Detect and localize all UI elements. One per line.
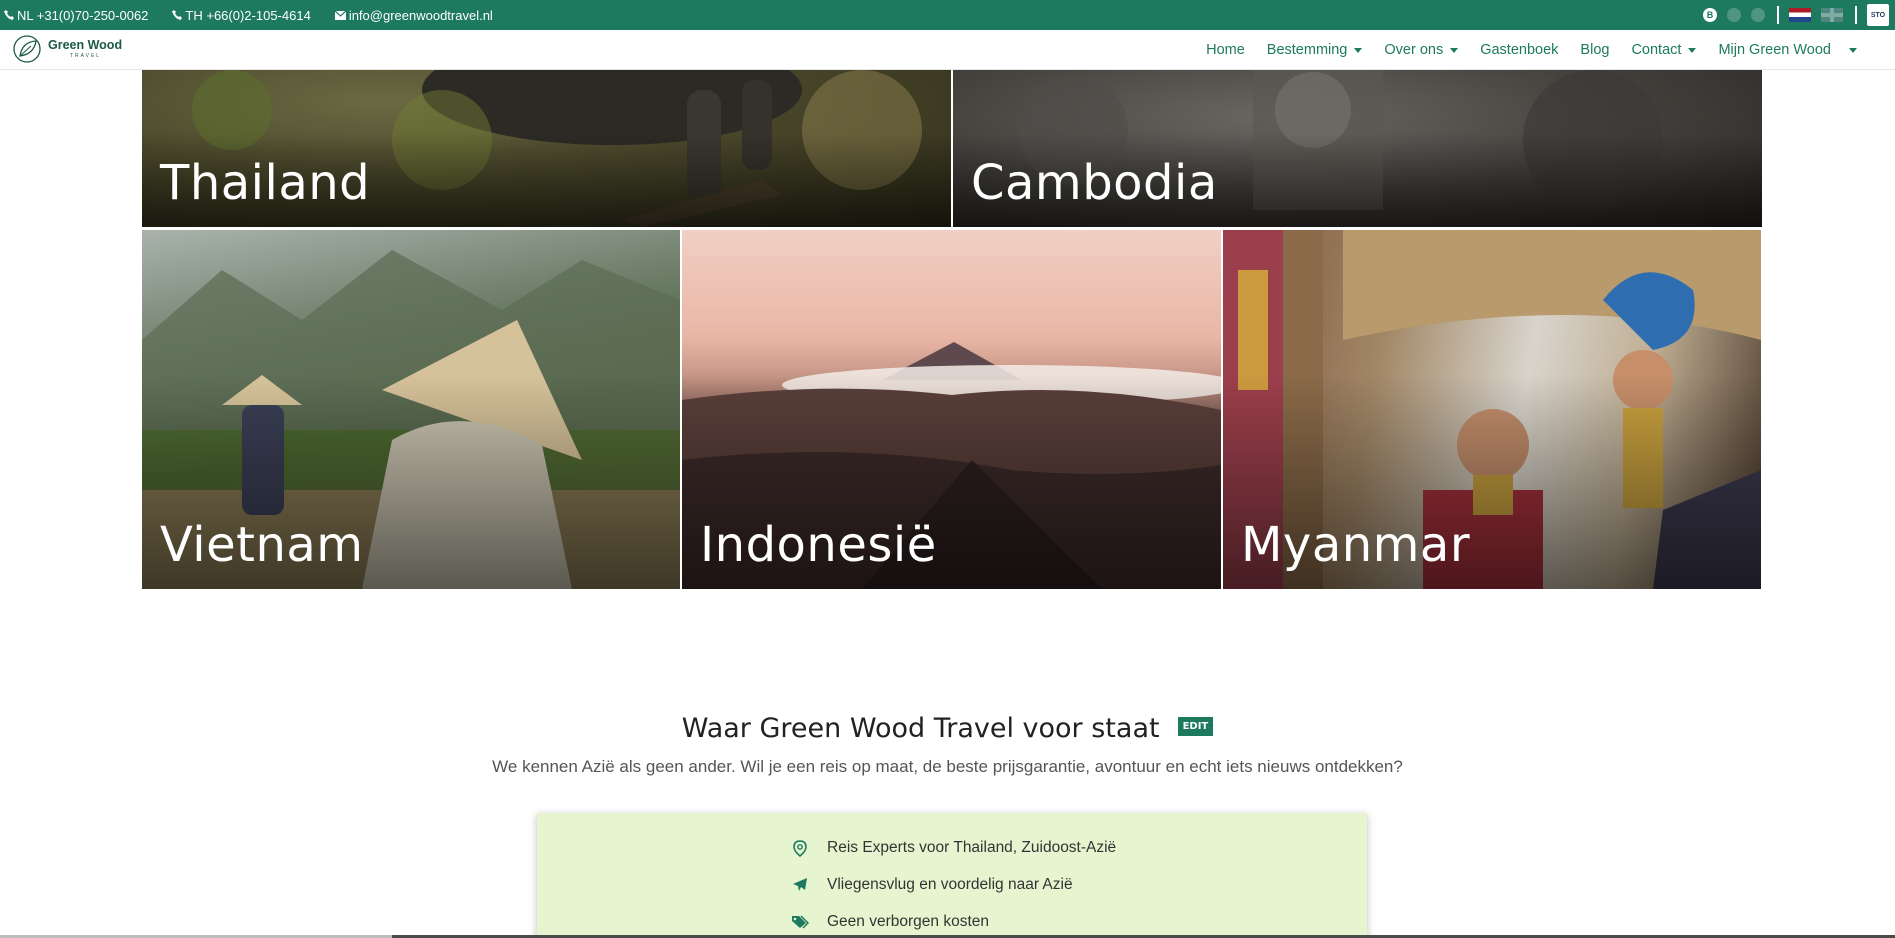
usp-box: Reis Experts voor Thailand, Zuidoost-Azi…: [537, 813, 1367, 938]
usp-item: Vliegensvlug en voordelig naar Azië: [791, 876, 1073, 894]
nav-label: Bestemming: [1266, 42, 1348, 58]
nav-label: Mijn Green Wood: [1718, 42, 1831, 58]
map-pin-icon: [791, 839, 809, 857]
top-contact-bar: NL +31(0)70-250-0062 TH +66(0)2-105-4614…: [0, 0, 1895, 30]
usp-text: Geen verborgen kosten: [827, 913, 989, 930]
nav-over-ons[interactable]: Over ons: [1384, 42, 1459, 58]
leaf-logo-icon: [13, 35, 41, 63]
booking-social-icon[interactable]: B: [1703, 8, 1717, 22]
topbar-right-group: B STO: [1693, 4, 1889, 26]
destination-tile-cambodia[interactable]: Cambodia: [953, 70, 1762, 227]
usp-item: Geen verborgen kosten: [791, 913, 989, 931]
tile-label: Vietnam: [160, 517, 364, 573]
nav-home[interactable]: Home: [1206, 42, 1245, 58]
usp-text: Reis Experts voor Thailand, Zuidoost-Azi…: [827, 839, 1117, 856]
nav-label: Home: [1206, 42, 1245, 58]
nav-label: Contact: [1631, 42, 1682, 58]
destination-tile-indonesie[interactable]: Indonesië: [682, 230, 1221, 589]
tile-label: Indonesië: [700, 517, 937, 573]
usp-text: Vliegensvlug en voordelig naar Azië: [827, 876, 1073, 893]
destination-tile-vietnam[interactable]: Vietnam: [142, 230, 680, 589]
social-icon-2[interactable]: [1727, 8, 1741, 22]
english-flag-icon[interactable]: [1821, 8, 1843, 22]
caret-down-icon: [1849, 47, 1857, 53]
sto-badge-icon[interactable]: STO: [1867, 4, 1889, 26]
nav-blog[interactable]: Blog: [1580, 42, 1609, 58]
nav-menu: Home Bestemming Over ons Gastenboek Blog…: [1184, 30, 1857, 70]
nav-gastenboek[interactable]: Gastenboek: [1480, 42, 1558, 58]
email-link[interactable]: info@greenwoodtravel.nl: [334, 7, 493, 23]
nav-label: Gastenboek: [1480, 42, 1559, 58]
nav-mijn-green-wood[interactable]: Mijn Green Wood: [1718, 42, 1857, 58]
logo-name: Green Wood: [48, 38, 123, 53]
usp-item: Reis Experts voor Thailand, Zuidoost-Azi…: [791, 839, 1116, 857]
edit-button[interactable]: EDIT: [1177, 717, 1214, 736]
social-icon-3[interactable]: [1751, 8, 1765, 22]
main-navbar: Green Wood TRAVEL Home Bestemming Over o…: [0, 30, 1895, 70]
divider: [1855, 6, 1857, 24]
phone-th-link[interactable]: TH +66(0)2-105-4614: [172, 7, 311, 23]
tile-label: Thailand: [160, 155, 371, 211]
about-subtitle: We kennen Azië als geen ander. Wil je ee…: [492, 757, 1403, 776]
about-title-text: Waar Green Wood Travel voor staat: [681, 713, 1160, 744]
destination-tile-thailand[interactable]: Thailand: [142, 70, 951, 227]
phone-icon: [172, 10, 183, 20]
phone-icon: [4, 10, 14, 20]
site-logo[interactable]: Green Wood TRAVEL: [12, 34, 122, 64]
tags-icon: [791, 913, 809, 931]
phone-th-text: TH +66(0)2-105-4614: [185, 7, 311, 23]
airplane-icon: [791, 876, 809, 894]
nav-bestemming[interactable]: Bestemming: [1267, 42, 1363, 58]
phone-nl-text: NL +31(0)70-250-0062: [17, 7, 149, 23]
email-text: info@greenwoodtravel.nl: [348, 7, 493, 23]
divider: [1777, 6, 1779, 24]
dutch-flag-icon[interactable]: [1789, 8, 1811, 22]
about-section-title: Waar Green Wood Travel voor staat EDIT: [0, 713, 1895, 744]
logo-subtitle: TRAVEL: [70, 52, 102, 59]
phone-nl-link[interactable]: NL +31(0)70-250-0062: [4, 8, 148, 23]
caret-down-icon: [1450, 47, 1459, 53]
nav-label: Blog: [1580, 42, 1610, 58]
tile-label: Myanmar: [1241, 517, 1471, 573]
destination-tile-myanmar[interactable]: Myanmar: [1223, 230, 1761, 589]
nav-contact[interactable]: Contact: [1631, 42, 1697, 58]
tile-label: Cambodia: [971, 155, 1218, 211]
caret-down-icon: [1354, 47, 1363, 53]
caret-down-icon: [1688, 47, 1697, 53]
nav-label: Over ons: [1384, 42, 1444, 58]
envelope-icon: [334, 10, 346, 20]
